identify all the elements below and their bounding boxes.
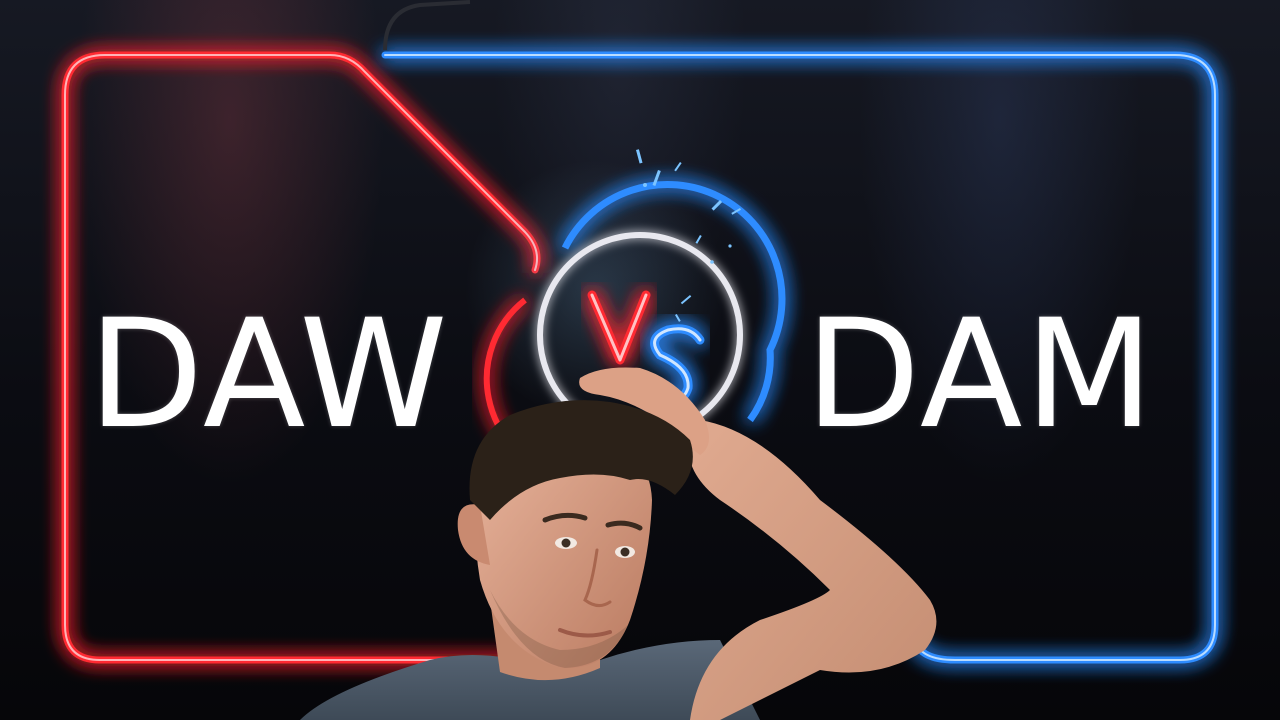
person-arm — [688, 420, 937, 720]
person-photo — [300, 367, 937, 720]
thumbnail-canvas: DAW DAM — [0, 0, 1280, 720]
